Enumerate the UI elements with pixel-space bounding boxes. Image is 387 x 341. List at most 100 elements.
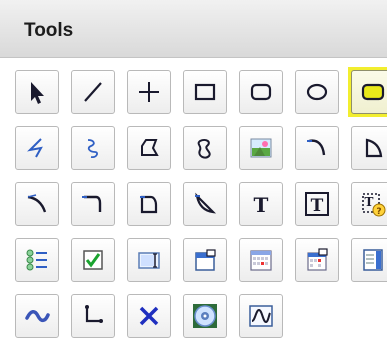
tool-list-button[interactable] <box>15 238 59 282</box>
tool-date-picker-cell <box>292 235 342 285</box>
tool-checkbox-cell <box>68 235 118 285</box>
text-icon: T <box>246 189 276 219</box>
tool-ellipse-cell <box>292 67 342 117</box>
tool-polygon-cell <box>124 123 174 173</box>
tool-rounded-corner-shape-cell <box>124 179 174 229</box>
closed-curve-icon <box>190 133 220 163</box>
chord-icon <box>358 133 387 163</box>
tool-cross-button[interactable] <box>127 70 171 114</box>
tool-dialog-frame-button[interactable] <box>183 238 227 282</box>
tool-curved-wedge-button[interactable] <box>183 182 227 226</box>
arrow-pointer-icon <box>22 77 52 107</box>
wave-icon <box>22 301 52 331</box>
tool-delete-button[interactable] <box>127 294 171 338</box>
tool-arc-cell <box>292 123 342 173</box>
svg-text:T: T <box>311 196 324 216</box>
svg-text:T: T <box>365 195 374 209</box>
tools-panel-header: Tools <box>0 0 387 58</box>
tool-polyline-cell <box>12 123 62 173</box>
tool-select-button[interactable] <box>15 70 59 114</box>
tool-field-placeholder-cell: T? <box>348 179 387 229</box>
line-icon <box>78 77 108 107</box>
tool-rounded-corner-shape-button[interactable] <box>127 182 171 226</box>
tool-rectangle-button[interactable] <box>183 70 227 114</box>
text-box-icon: T <box>302 189 332 219</box>
freehand-curve-icon <box>78 133 108 163</box>
svg-text:?: ? <box>376 207 381 217</box>
delete-x-icon <box>134 301 164 331</box>
media-disc-icon <box>190 301 220 331</box>
bezier-icon <box>22 189 52 219</box>
tool-filled-rounded-rectangle-cell <box>348 67 387 117</box>
tool-chord-cell <box>348 123 387 173</box>
tool-scroll-panel-cell <box>348 235 387 285</box>
tool-elbow-connector-button[interactable] <box>71 182 115 226</box>
tool-chord-button[interactable] <box>351 126 387 170</box>
tool-date-picker-button[interactable] <box>295 238 339 282</box>
filled-rounded-rectangle-icon <box>358 77 387 107</box>
tool-text-box-cell: T <box>292 179 342 229</box>
image-icon <box>246 133 276 163</box>
tool-select-cell <box>12 67 62 117</box>
date-picker-icon <box>302 245 332 275</box>
tool-scroll-panel-button[interactable] <box>351 238 387 282</box>
tool-text-box-button[interactable]: T <box>295 182 339 226</box>
ellipse-icon <box>302 77 332 107</box>
scroll-panel-icon <box>358 245 387 275</box>
curved-wedge-icon <box>190 189 220 219</box>
waveform-chart-icon <box>246 301 276 331</box>
tool-step-connector-cell <box>68 291 118 341</box>
polygon-icon <box>134 133 164 163</box>
polyline-icon <box>22 133 52 163</box>
rounded-rectangle-icon <box>246 77 276 107</box>
tool-calendar-button[interactable] <box>239 238 283 282</box>
tool-checkbox-button[interactable] <box>71 238 115 282</box>
tools-panel: Tools T T T? <box>0 0 387 338</box>
tool-text-button[interactable]: T <box>239 182 283 226</box>
rounded-corner-shape-icon <box>134 189 164 219</box>
tool-arc-button[interactable] <box>295 126 339 170</box>
tool-delete-cell <box>124 291 174 341</box>
tool-line-button[interactable] <box>71 70 115 114</box>
tool-closed-curve-button[interactable] <box>183 126 227 170</box>
tool-calendar-cell <box>236 235 286 285</box>
tool-text-input-cell <box>124 235 174 285</box>
tool-grid: T T T? <box>12 67 387 341</box>
tool-text-cell: T <box>236 179 286 229</box>
tool-wave-cell <box>12 291 62 341</box>
dialog-frame-icon <box>190 245 220 275</box>
arc-icon <box>302 133 332 163</box>
field-placeholder-icon: T? <box>358 189 387 219</box>
tool-closed-curve-cell <box>180 123 230 173</box>
tool-curved-wedge-cell <box>180 179 230 229</box>
tool-polyline-button[interactable] <box>15 126 59 170</box>
tool-image-cell <box>236 123 286 173</box>
panel-title: Tools <box>24 20 74 41</box>
tool-media-disc-cell <box>180 291 230 341</box>
tool-bezier-button[interactable] <box>15 182 59 226</box>
tool-rounded-rectangle-cell <box>236 67 286 117</box>
text-input-icon <box>134 245 164 275</box>
tool-image-button[interactable] <box>239 126 283 170</box>
tool-ellipse-button[interactable] <box>295 70 339 114</box>
tool-cross-cell <box>124 67 174 117</box>
tool-rectangle-cell <box>180 67 230 117</box>
tool-freehand-curve-cell <box>68 123 118 173</box>
tool-wave-button[interactable] <box>15 294 59 338</box>
list-icon <box>22 245 52 275</box>
elbow-connector-icon <box>78 189 108 219</box>
tool-text-input-button[interactable] <box>127 238 171 282</box>
tool-bezier-cell <box>12 179 62 229</box>
tool-media-disc-button[interactable] <box>183 294 227 338</box>
tool-freehand-curve-button[interactable] <box>71 126 115 170</box>
tool-step-connector-button[interactable] <box>71 294 115 338</box>
tool-rounded-rectangle-button[interactable] <box>239 70 283 114</box>
crosshair-icon <box>134 77 164 107</box>
tool-filled-rounded-rectangle-button[interactable] <box>351 70 387 114</box>
calendar-icon <box>246 245 276 275</box>
checkbox-icon <box>78 245 108 275</box>
tool-waveform-chart-button[interactable] <box>239 294 283 338</box>
tool-polygon-button[interactable] <box>127 126 171 170</box>
rectangle-icon <box>190 77 220 107</box>
tool-field-placeholder-button[interactable]: T? <box>351 182 387 226</box>
